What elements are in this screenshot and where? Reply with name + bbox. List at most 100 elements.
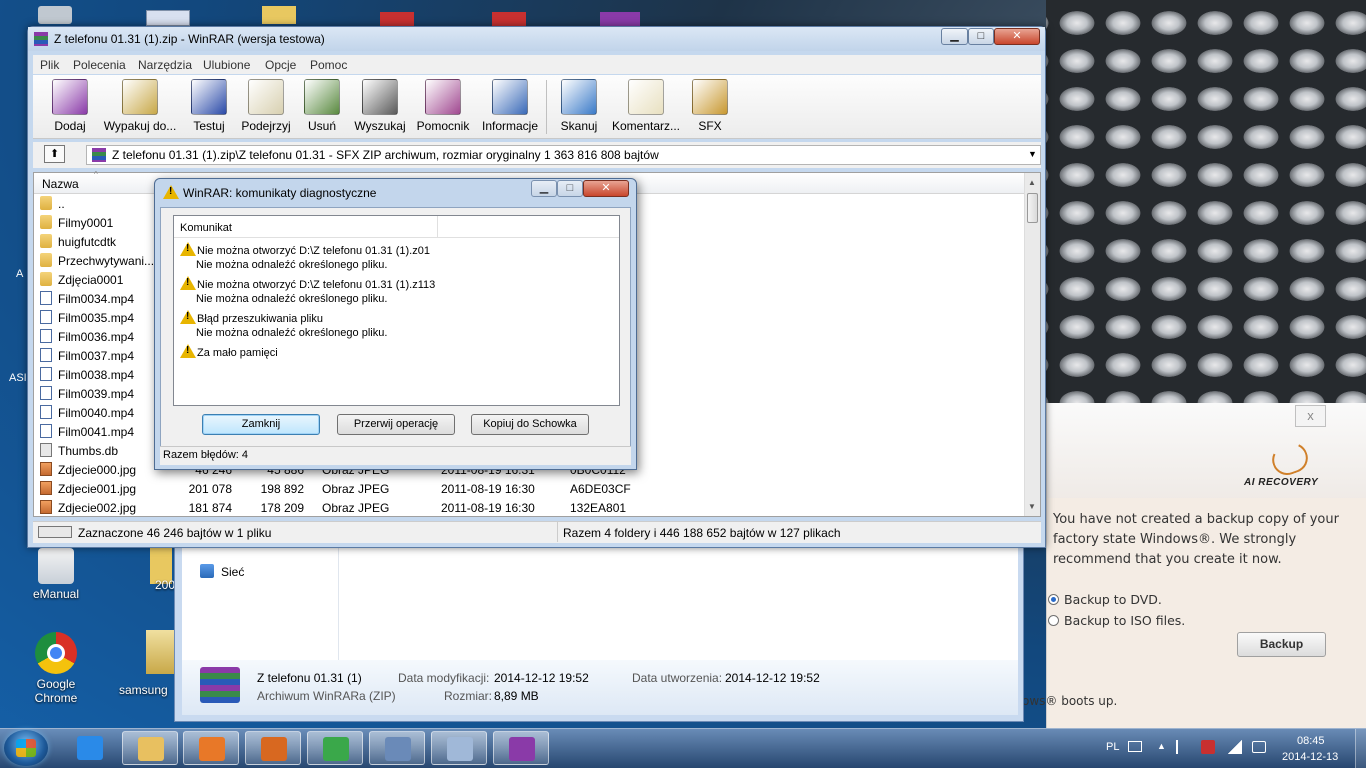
find-icon	[362, 79, 398, 115]
close-dialog-button[interactable]: Zamknij	[202, 414, 320, 435]
clock-time[interactable]: 08:45	[1297, 735, 1325, 747]
dialog-minimize-button[interactable]: ▁	[531, 180, 557, 197]
file-row[interactable]: Zdjecie001.jpg 201 078 198 892 Obraz JPEG 20…	[40, 480, 1020, 499]
toolbar-label: Podejrzyj	[241, 119, 291, 133]
message-row[interactable]: Nie można odnaleźć określonego pliku.	[196, 293, 387, 305]
security-alert-icon[interactable]	[1201, 740, 1215, 754]
backup-button[interactable]: Backup	[1237, 632, 1326, 657]
file-name: Film0034.mp4	[58, 292, 135, 306]
taskbar-file-explorer-button[interactable]	[122, 731, 178, 765]
file-name: ..	[58, 197, 65, 211]
toolbar-label: Wyszukaj	[354, 119, 406, 133]
message-row[interactable]: Nie można otworzyć D:\Z telefonu 01.31 (…	[180, 276, 435, 291]
chevron-down-icon[interactable]: ▼	[1028, 149, 1037, 159]
toolbar-test-button[interactable]: Testuj	[188, 79, 230, 133]
taskbar-control-panel-button[interactable]	[245, 731, 301, 765]
message-row[interactable]: Nie można odnaleźć określonego pliku.	[196, 327, 387, 339]
up-folder-button[interactable]: ⬆	[44, 145, 65, 163]
file-name: Zdjecie002.jpg	[58, 501, 137, 515]
show-desktop-button[interactable]	[1355, 729, 1366, 768]
menu-polecenia[interactable]: Polecenia	[73, 58, 126, 72]
column-name-header[interactable]: Nazwa	[42, 177, 79, 191]
extract-icon	[122, 79, 158, 115]
keyboard-icon	[447, 737, 473, 761]
start-button[interactable]	[4, 730, 48, 766]
message-row[interactable]: Za mało pamięci	[180, 344, 278, 359]
control-panel-icon	[261, 737, 287, 761]
details-file-name: Z telefonu 01.31 (1)	[257, 671, 362, 685]
menu-ulubione[interactable]: Ulubione	[203, 58, 250, 72]
menu-pomoc[interactable]: Pomoc	[310, 58, 347, 72]
menu-opcje[interactable]: Opcje	[265, 58, 296, 72]
abort-operation-button[interactable]: Przerwij operację	[337, 414, 455, 435]
taskbar-winrar-button[interactable]	[493, 731, 549, 765]
toolbar-comment-button[interactable]: Komentarz...	[610, 79, 682, 133]
toolbar-find-button[interactable]: Wyszukaj	[352, 79, 408, 133]
close-button[interactable]: ✕	[994, 28, 1040, 45]
action-center-flag-icon[interactable]	[1176, 740, 1188, 754]
message-row[interactable]: Nie można otworzyć D:\Z telefonu 01.31 (…	[180, 242, 430, 257]
toolbar-add-button[interactable]: Dodaj	[46, 79, 94, 133]
radio-selected-icon[interactable]	[1048, 594, 1059, 605]
toolbar-wizard-button[interactable]: Pomocnik	[413, 79, 473, 133]
message-text: Za mało pamięci	[197, 347, 278, 359]
folder-icon[interactable]	[262, 6, 296, 24]
menu-narzedzia[interactable]: Narzędzia	[138, 58, 192, 72]
network-signal-icon[interactable]	[1228, 740, 1242, 754]
desktop-icon-emanual[interactable]: eManual	[16, 548, 96, 601]
toolbar-label: Dodaj	[54, 119, 86, 133]
dialog-close-button[interactable]: ✕	[583, 180, 629, 197]
language-indicator[interactable]: PL	[1106, 741, 1119, 753]
network-icon	[200, 564, 214, 578]
toolbar-label: Pomocnik	[416, 119, 470, 133]
taskbar-chrome-button[interactable]	[307, 731, 363, 765]
file-row[interactable]: Zdjecie002.jpg 181 874 178 209 Obraz JPEG 20…	[40, 499, 1020, 518]
column-message-header[interactable]: Komunikat	[180, 222, 232, 234]
emanual-icon	[38, 548, 74, 584]
file-icon	[40, 329, 52, 343]
pdf-icon[interactable]	[380, 12, 414, 26]
toolbar-extract-button[interactable]: Wypakuj do...	[101, 79, 179, 133]
pdf-icon[interactable]	[492, 12, 526, 26]
toolbar-delete-button[interactable]: Usuń	[302, 79, 342, 133]
radio-unselected-icon[interactable]	[1048, 615, 1059, 626]
keyboard-icon[interactable]	[1128, 741, 1142, 752]
dialog-maximize-button[interactable]: □	[557, 180, 583, 197]
backup-iso-option[interactable]: Backup to ISO files.	[1048, 613, 1185, 628]
maximize-button[interactable]: □	[968, 28, 994, 45]
message-row[interactable]: Błąd przeszukiwania pliku	[180, 310, 323, 325]
toolbar-info-button[interactable]: Informacje	[478, 79, 542, 133]
backup-dvd-option[interactable]: Backup to DVD.	[1048, 592, 1162, 607]
desktop-icon-google-chrome[interactable]: Google Chrome	[16, 632, 96, 705]
menu-plik[interactable]: Plik	[40, 58, 59, 72]
toolbar-view-button[interactable]: Podejrzyj	[239, 79, 293, 133]
toolbar-sfx-button[interactable]: SFX	[690, 79, 730, 133]
desktop-icon-label: Google Chrome	[34, 677, 78, 705]
taskbar-media-player-button[interactable]	[183, 731, 239, 765]
windows-logo-icon	[16, 739, 36, 757]
file-icon	[40, 481, 52, 495]
message-row[interactable]: Nie można odnaleźć określonego pliku.	[196, 259, 387, 271]
taskbar-paint-button[interactable]	[369, 731, 425, 765]
winrar-archive-icon[interactable]	[600, 12, 640, 26]
warning-icon	[180, 344, 196, 358]
copy-to-clipboard-button[interactable]: Kopiuj do Schowka	[471, 414, 589, 435]
toolbar-label: SFX	[698, 119, 722, 133]
details-size-value: 8,89 MB	[494, 689, 539, 703]
toolbar-scan-button[interactable]: Skanuj	[557, 79, 601, 133]
vertical-scrollbar[interactable]: ▲ ▼	[1024, 173, 1040, 516]
taskbar-internet-explorer-button[interactable]	[62, 731, 118, 765]
ai-recovery-close-button[interactable]: x	[1295, 405, 1326, 427]
recycle-bin-icon[interactable]	[38, 6, 72, 24]
scrollbar-thumb[interactable]	[1027, 193, 1038, 223]
battery-icon[interactable]	[1252, 741, 1266, 753]
folder-icon[interactable]	[146, 630, 174, 674]
file-icon	[40, 348, 52, 362]
clock-date[interactable]: 2014-12-13	[1282, 751, 1338, 763]
nav-item-network[interactable]: Sieć	[221, 565, 244, 579]
desktop-shortcut-icon[interactable]	[146, 10, 190, 26]
file-packed-size: 198 892	[260, 482, 304, 496]
taskbar-keyboard-button[interactable]	[431, 731, 487, 765]
minimize-button[interactable]: ▁	[941, 28, 968, 45]
show-hidden-icons-icon[interactable]: ▲	[1157, 741, 1166, 751]
